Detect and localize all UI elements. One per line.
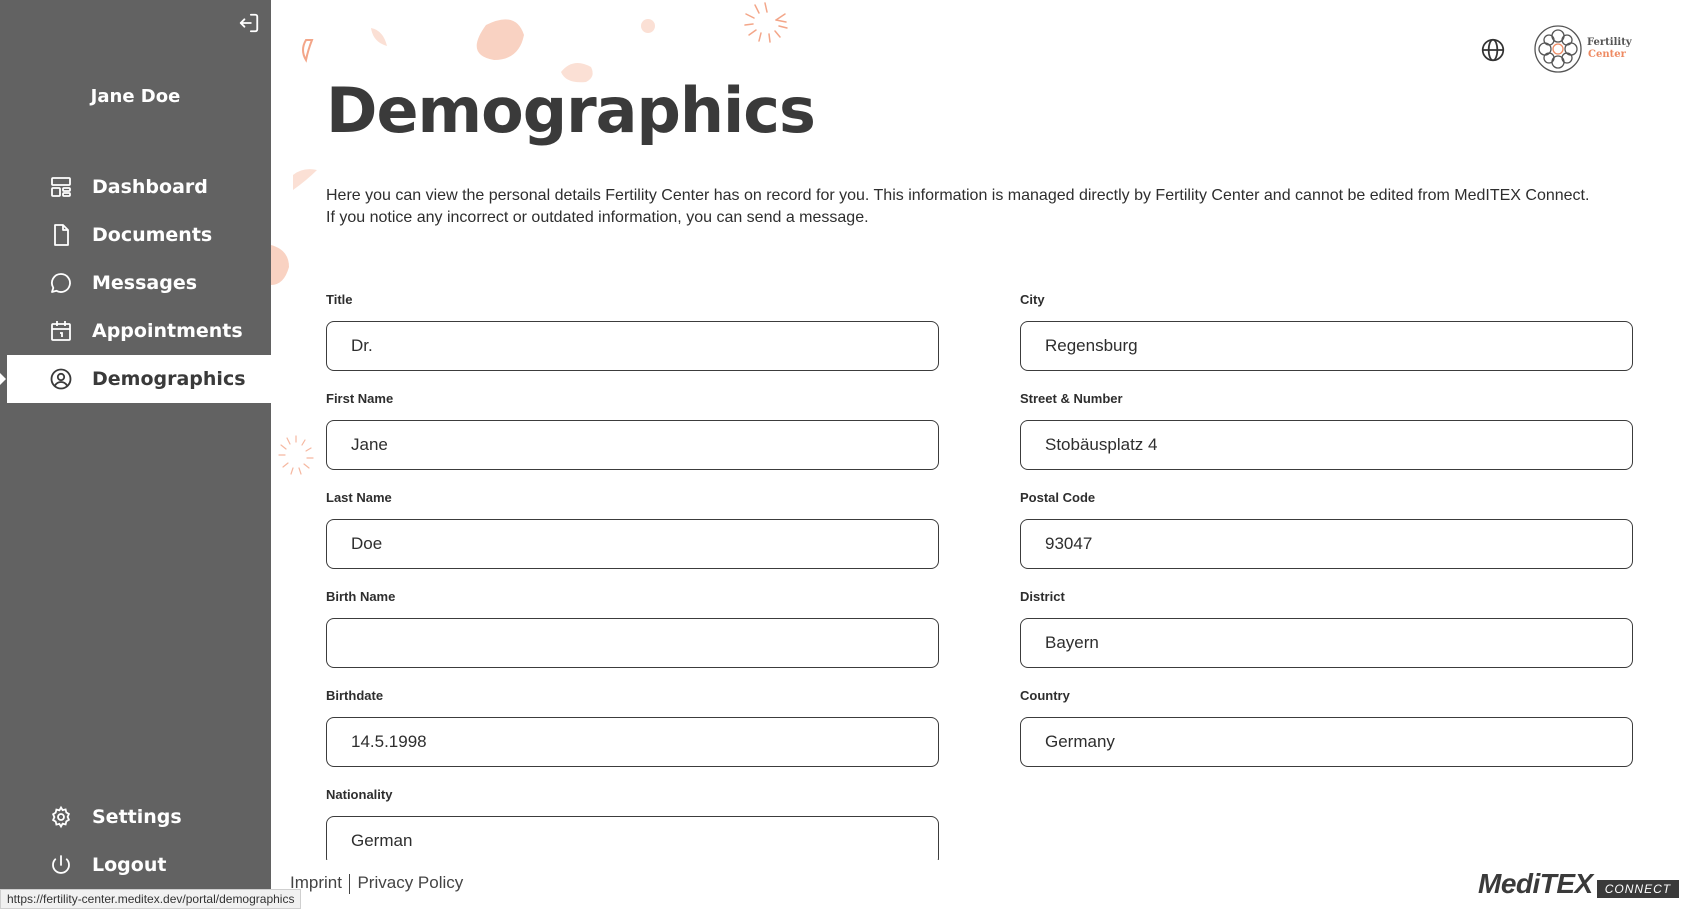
title-field: Title Dr. [326,292,939,371]
street-input[interactable]: Stobäusplatz 4 [1020,420,1633,470]
document-icon [48,222,74,248]
sidebar-item-label: Demographics [92,368,246,390]
birthdate-field: Birthdate 14.5.1998 [326,688,939,767]
field-label: District [1020,589,1065,604]
birth-name-field: Birth Name [326,589,939,668]
user-name: Jane Doe [90,86,181,107]
field-label: First Name [326,391,394,406]
nationality-field: Nationality German [326,787,939,860]
sidebar-bottom: Settings Logout [0,793,271,889]
sidebar-item-label: Dashboard [92,176,208,198]
sidebar-item-settings[interactable]: Settings [0,793,271,841]
nationality-input[interactable]: German [326,816,939,860]
collapse-sidebar-icon[interactable] [236,10,262,36]
country-input[interactable]: Germany [1020,717,1633,767]
sidebar-item-label: Messages [92,272,198,294]
district-input[interactable]: Bayern [1020,618,1633,668]
birthdate-input[interactable]: 14.5.1998 [326,717,939,767]
dashboard-icon [48,174,74,200]
field-label: Birthdate [326,688,384,703]
meditex-connect-logo: MediTEX CONNECT [1478,868,1680,900]
first-name-field: First Name Jane [326,391,939,470]
city-field: City Regensburg [1020,292,1633,371]
footer-divider [348,873,351,894]
city-input[interactable]: Regensburg [1020,321,1633,371]
field-label: Birth Name [326,589,396,604]
sidebar: Jane Doe Dashboard Documents Messages Ap… [0,0,271,909]
sidebar-nav: Dashboard Documents Messages Appointment… [0,163,271,403]
sidebar-item-label: Settings [92,806,182,828]
street-field: Street & Number Stobäusplatz 4 [1020,391,1633,470]
sidebar-item-label: Appointments [92,320,243,342]
browser-status-url: https://fertility-center.meditex.dev/por… [0,889,302,909]
last-name-field: Last Name Doe [326,490,939,569]
footer-links: Imprint Privacy Policy [290,873,463,894]
sidebar-item-messages[interactable]: Messages [0,259,271,307]
field-label: Postal Code [1020,490,1096,505]
district-field: District Bayern [1020,589,1633,668]
sidebar-item-logout[interactable]: Logout [0,841,271,889]
title-input[interactable]: Dr. [326,321,939,371]
field-label: Country [1020,688,1070,703]
privacy-policy-link[interactable]: Privacy Policy [357,873,463,892]
sidebar-item-appointments[interactable]: Appointments [0,307,271,355]
demographics-form: Title Dr. First Name Jane Last Name Doe … [326,0,1636,860]
field-label: Nationality [326,787,393,802]
sidebar-item-dashboard[interactable]: Dashboard [0,163,271,211]
brand-tag: CONNECT [1596,880,1680,898]
postal-code-field: Postal Code 93047 [1020,490,1633,569]
field-label: Street & Number [1020,391,1123,406]
field-label: City [1020,292,1045,307]
sidebar-item-label: Logout [92,854,167,876]
message-icon [48,270,74,296]
sidebar-item-demographics[interactable]: Demographics [0,355,271,403]
first-name-input[interactable]: Jane [326,420,939,470]
brand-name: MediTEX [1478,868,1593,899]
country-field: Country Germany [1020,688,1633,767]
user-circle-icon [48,366,74,392]
sidebar-item-label: Documents [92,224,213,246]
postal-code-input[interactable]: 93047 [1020,519,1633,569]
calendar-icon [48,318,74,344]
birth-name-input[interactable] [326,618,939,668]
last-name-input[interactable]: Doe [326,519,939,569]
power-icon [48,852,74,878]
sidebar-item-documents[interactable]: Documents [0,211,271,259]
field-label: Last Name [326,490,392,505]
gear-icon [48,804,74,830]
field-label: Title [326,292,353,307]
